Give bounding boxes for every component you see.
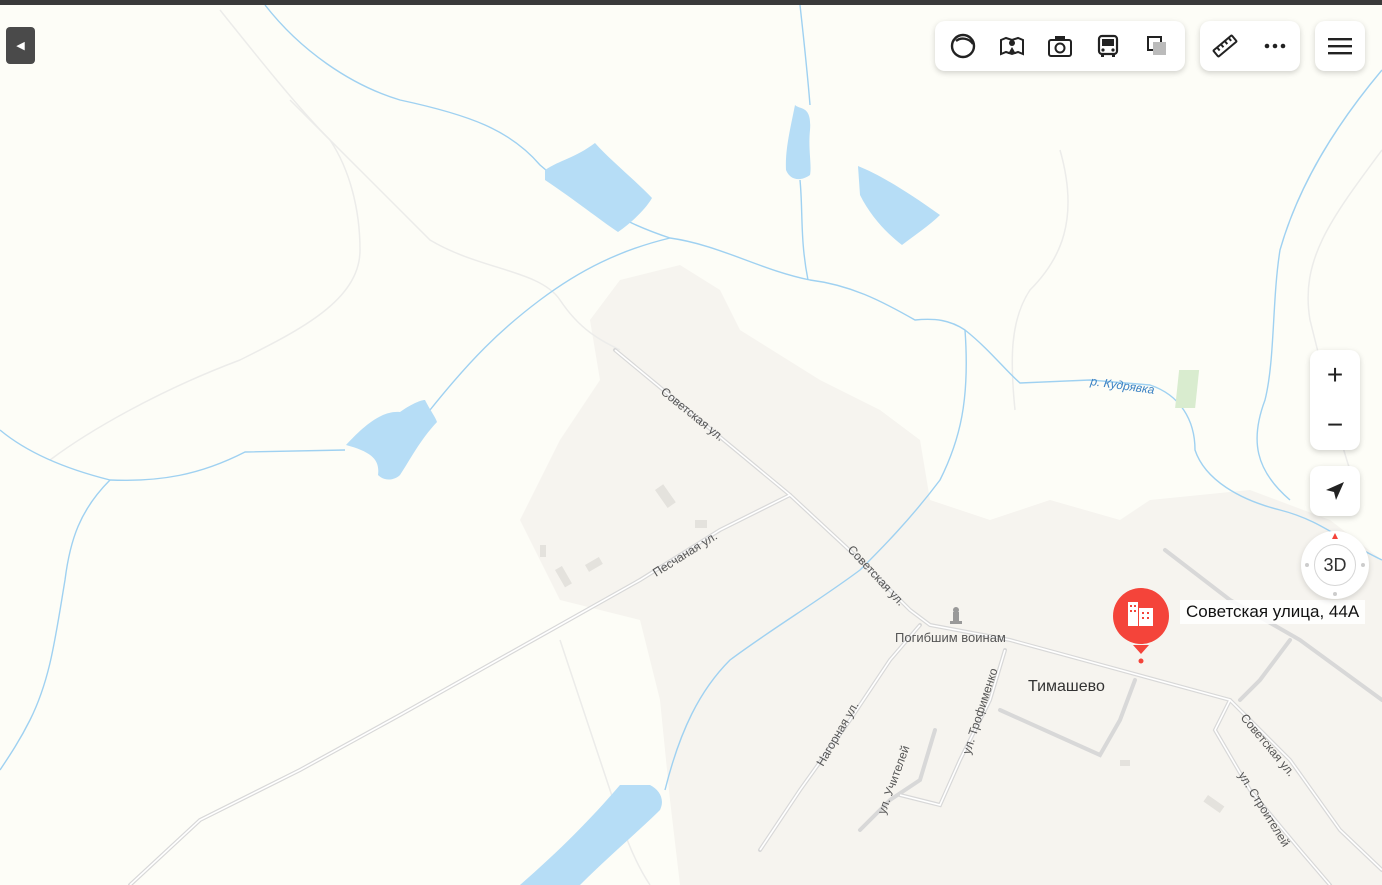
ruler-icon[interactable] — [1205, 26, 1245, 66]
zoom-control: + − — [1310, 350, 1360, 450]
collapse-sidebar-button[interactable]: ◀ — [6, 27, 35, 64]
hamburger-menu-icon — [1328, 38, 1352, 55]
plus-icon: + — [1326, 359, 1344, 390]
park-area — [1175, 370, 1200, 408]
map-layers-toolbar — [935, 21, 1185, 71]
triangle-left-icon: ◀ — [16, 40, 25, 52]
main-menu-button[interactable] — [1315, 21, 1365, 71]
layers-icon[interactable] — [943, 26, 983, 66]
minus-icon: − — [1326, 409, 1344, 440]
transport-icon[interactable] — [1088, 26, 1128, 66]
3d-toggle-button[interactable]: 3D — [1314, 544, 1356, 586]
my-location-button[interactable] — [1310, 466, 1360, 516]
photo-icon[interactable] — [1040, 26, 1080, 66]
monument-label[interactable]: Погибшим воинам — [895, 630, 1006, 645]
zoom-out-button[interactable]: − — [1310, 400, 1360, 450]
more-icon[interactable] — [1255, 26, 1295, 66]
pin-address-label[interactable]: Советская улица, 44А — [1180, 600, 1366, 624]
compass-control[interactable]: 3D — [1301, 531, 1369, 599]
panorama-icon[interactable] — [992, 26, 1032, 66]
tools-toolbar — [1200, 21, 1300, 71]
zoom-in-button[interactable]: + — [1310, 350, 1360, 400]
navigation-arrow-icon — [1326, 482, 1344, 500]
offline-maps-icon[interactable] — [1137, 26, 1177, 66]
village-label[interactable]: Тимашево — [1028, 678, 1105, 695]
map-canvas[interactable]: Советская ул. Советская ул. Советская ул… — [0, 5, 1382, 885]
